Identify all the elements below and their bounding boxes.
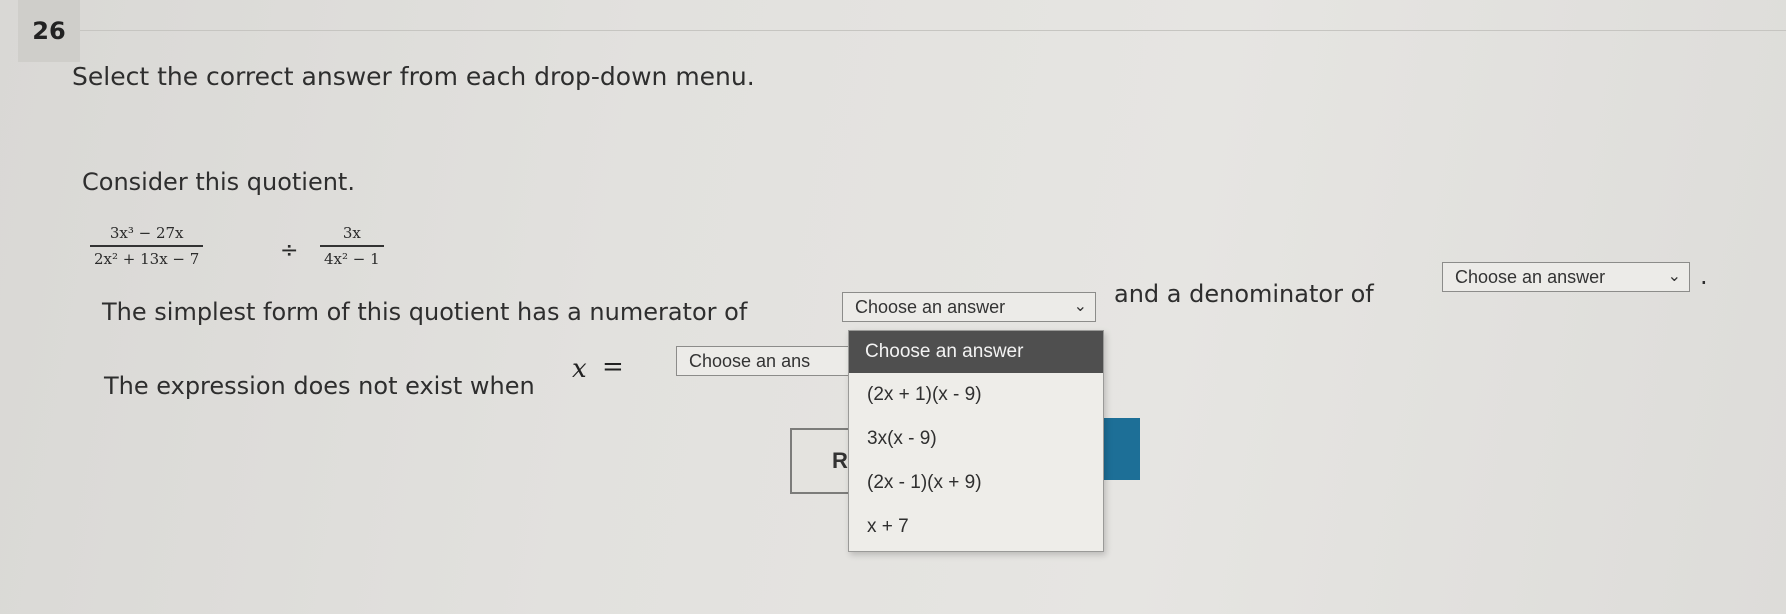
numerator-dropdown-value: Choose an answer: [855, 296, 1006, 317]
right-numerator: 3x: [342, 224, 361, 242]
header-divider: [80, 30, 1786, 31]
sentence2-before: The expression does not exist when: [104, 372, 535, 400]
undefined-x-dropdown-value: Choose an ans: [689, 350, 811, 371]
sentence1-middle: and a denominator of: [1114, 280, 1374, 308]
right-fraction-bar: [320, 245, 384, 247]
next-button[interactable]: [1104, 418, 1140, 480]
undefined-x-dropdown[interactable]: Choose an ans: [676, 346, 852, 376]
dropdown-option-1[interactable]: (2x + 1)(x - 9): [849, 373, 1103, 417]
dropdown-option-3[interactable]: (2x - 1)(x + 9): [849, 461, 1103, 505]
dropdown-option-2[interactable]: 3x(x - 9): [849, 417, 1103, 461]
left-numerator: 3x³ − 27x: [109, 224, 184, 242]
instruction-text: Select the correct answer from each drop…: [72, 62, 755, 91]
left-denominator: 2x² + 13x − 7: [94, 250, 200, 268]
left-fraction: 3x³ − 27x 2x² + 13x − 7: [90, 224, 204, 268]
equals-sign: =: [602, 352, 624, 382]
chevron-down-icon: ⌄: [1073, 298, 1087, 315]
question-number: 26: [18, 0, 80, 62]
right-denominator: 4x² − 1: [324, 250, 380, 268]
chevron-down-icon: ⌄: [1667, 268, 1681, 285]
sentence1-before: The simplest form of this quotient has a…: [102, 298, 748, 326]
division-operator: ÷: [280, 238, 299, 263]
variable-x: x: [572, 354, 587, 384]
dropdown-header[interactable]: Choose an answer: [849, 331, 1103, 373]
dropdown-option-4[interactable]: x + 7: [849, 505, 1103, 549]
denominator-dropdown-value: Choose an answer: [1455, 266, 1606, 287]
left-fraction-bar: [90, 245, 204, 247]
numerator-dropdown[interactable]: Choose an answer ⌄: [842, 292, 1096, 322]
right-fraction: 3x 4x² − 1: [320, 224, 384, 268]
answer-dropdown-menu[interactable]: Choose an answer (2x + 1)(x - 9) 3x(x - …: [848, 330, 1104, 552]
denominator-dropdown[interactable]: Choose an answer ⌄: [1442, 262, 1690, 292]
prompt-text: Consider this quotient.: [82, 168, 355, 196]
sentence1-end: .: [1700, 262, 1708, 290]
